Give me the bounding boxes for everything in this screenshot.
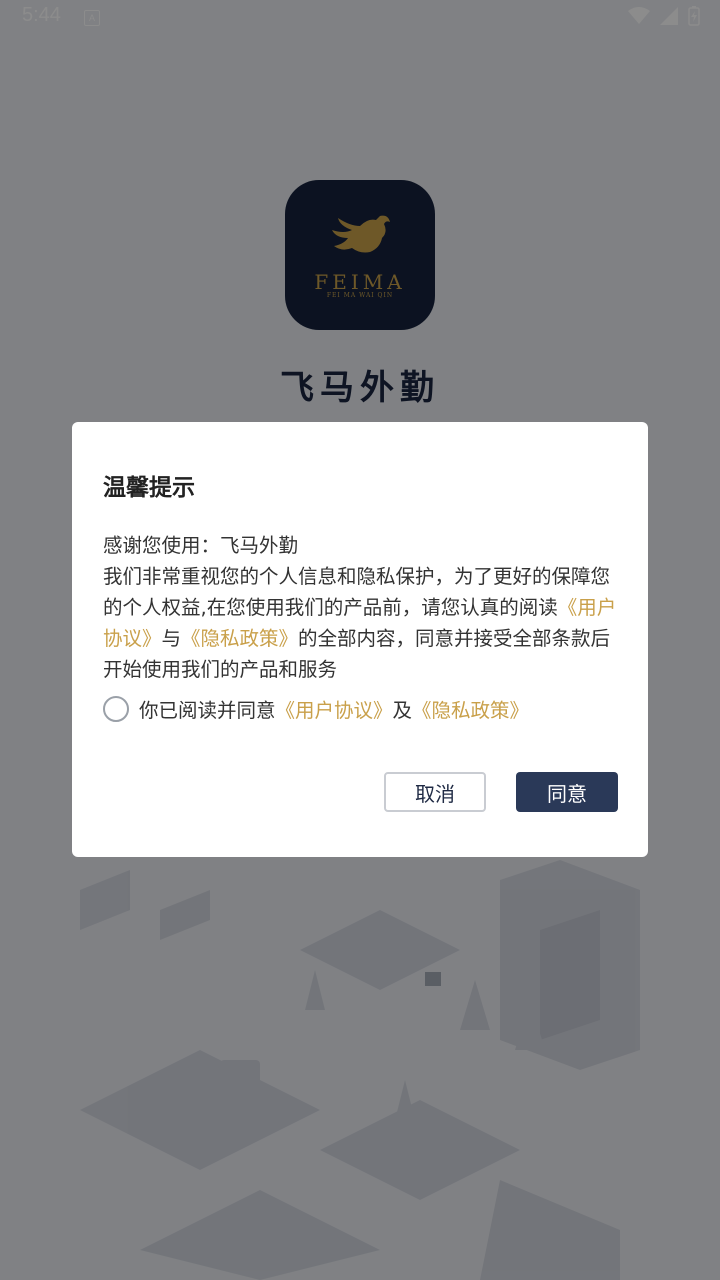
dialog-intro: 感谢您使用：飞马外勤 <box>103 534 299 557</box>
agree-button[interactable]: 同意 <box>516 772 618 812</box>
privacy-policy-link[interactable]: 《隐私政策》 <box>181 627 298 650</box>
dialog-title: 温馨提示 <box>103 475 195 501</box>
and-text: 与 <box>161 627 182 650</box>
dialog-description: 我们非常重视您的个人信息和隐私保护，为了更好的保障您的个人权益,在您使用我们的产… <box>103 561 623 685</box>
privacy-dialog: 温馨提示 感谢您使用：飞马外勤 我们非常重视您的个人信息和隐私保护，为了更好的保… <box>72 422 648 857</box>
agree-and: 及 <box>392 699 413 722</box>
agree-privacy-policy-link[interactable]: 《隐私政策》 <box>412 694 529 723</box>
cancel-button[interactable]: 取消 <box>384 772 486 812</box>
description-text: 我们非常重视您的个人信息和隐私保护，为了更好的保障您的个人权益,在您使用我们的产… <box>103 565 611 619</box>
agree-user-agreement-link[interactable]: 《用户协议》 <box>276 694 393 723</box>
agree-radio[interactable] <box>103 695 129 722</box>
agree-row[interactable]: 你已阅读并同意 《用户协议》及《隐私政策》 <box>103 694 529 723</box>
dialog-body: 感谢您使用：飞马外勤 我们非常重视您的个人信息和隐私保护，为了更好的保障您的个人… <box>103 530 623 685</box>
agree-prefix: 你已阅读并同意 <box>139 699 276 722</box>
